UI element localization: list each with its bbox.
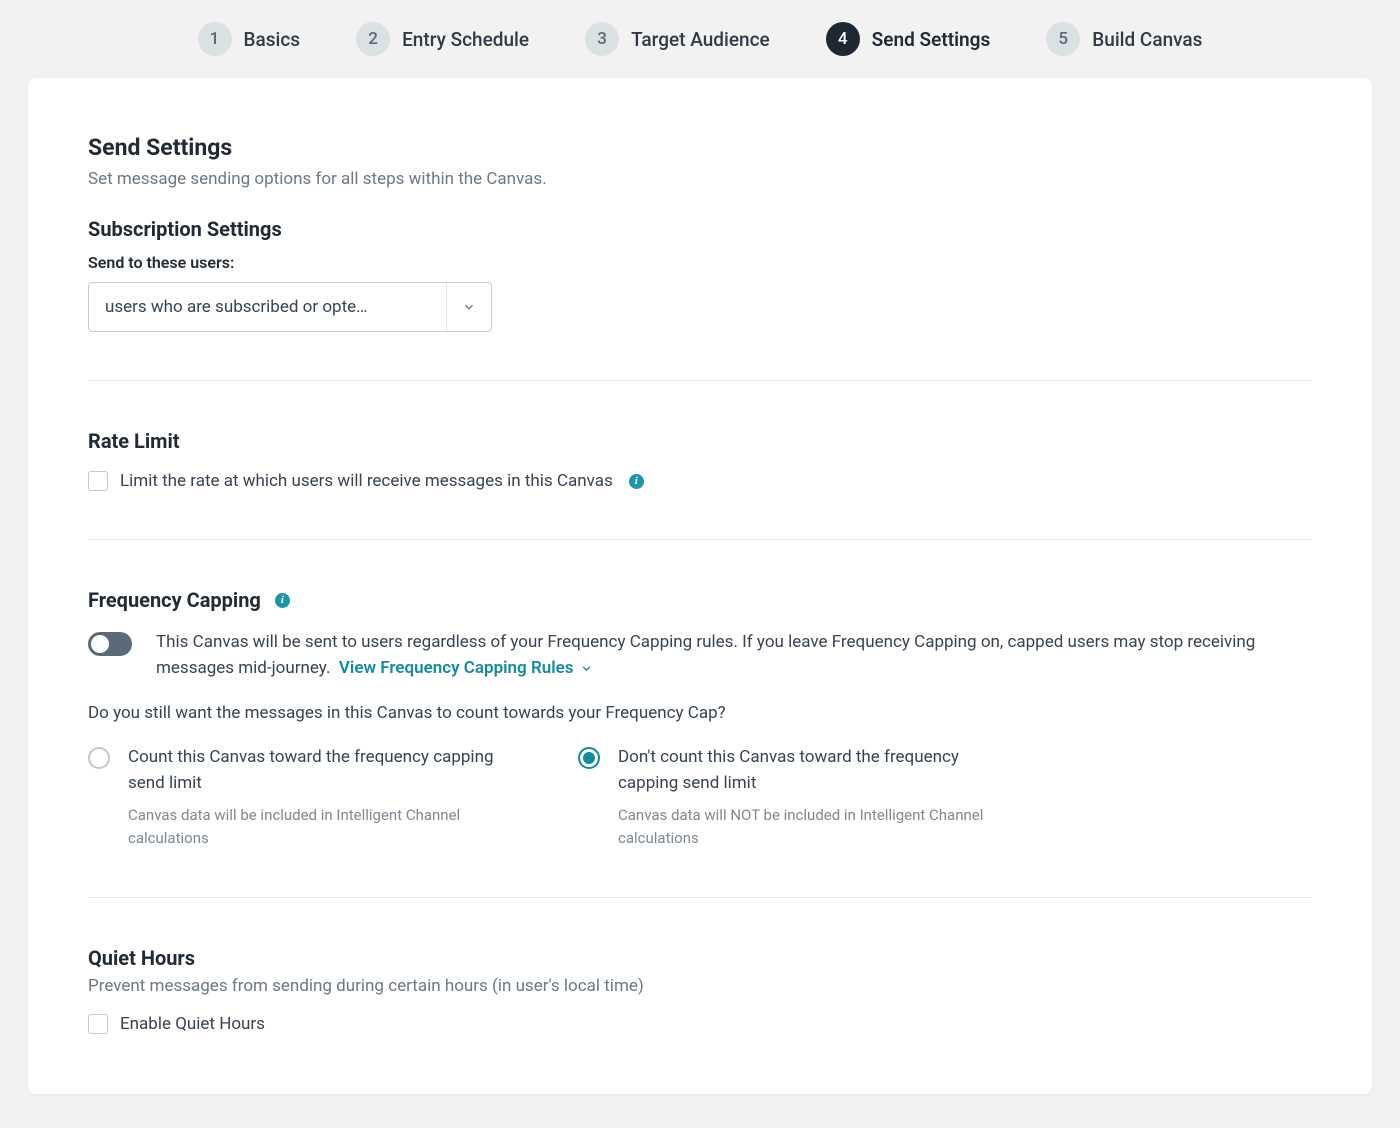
rate-limit-checkbox-label: Limit the rate at which users will recei… <box>120 471 613 491</box>
info-icon[interactable]: i <box>629 474 644 489</box>
step-label: Target Audience <box>631 28 770 51</box>
link-label: View Frequency Capping Rules <box>339 656 574 682</box>
step-label: Entry Schedule <box>402 28 529 51</box>
divider <box>88 897 1312 898</box>
view-frequency-rules-link[interactable]: View Frequency Capping Rules <box>339 656 593 682</box>
frequency-heading-row: Frequency Capping i <box>88 588 1312 612</box>
radio-text-block: Don't count this Canvas toward the frequ… <box>618 745 1008 849</box>
radio-desc: Canvas data will be included in Intellig… <box>128 804 518 849</box>
step-entry-schedule[interactable]: 2 Entry Schedule <box>356 22 529 56</box>
frequency-question: Do you still want the messages in this C… <box>88 703 1312 723</box>
frequency-toggle-text: This Canvas will be sent to users regard… <box>156 630 1312 681</box>
page-title: Send Settings <box>88 134 1312 161</box>
subscription-field-label: Send to these users: <box>88 253 1312 272</box>
step-number: 4 <box>826 22 860 56</box>
chevron-down-icon <box>580 662 593 675</box>
step-basics[interactable]: 1 Basics <box>198 22 301 56</box>
page-subtitle: Set message sending options for all step… <box>88 169 1312 189</box>
quiet-hours-checkbox[interactable] <box>88 1014 108 1034</box>
step-number: 3 <box>585 22 619 56</box>
radio-dont-count-toward-cap[interactable]: Don't count this Canvas toward the frequ… <box>578 745 1008 849</box>
radio-title: Count this Canvas toward the frequency c… <box>128 745 518 796</box>
rate-limit-heading: Rate Limit <box>88 429 1312 453</box>
subscription-select[interactable]: users who are subscribed or opte… <box>88 282 492 332</box>
stepper: 1 Basics 2 Entry Schedule 3 Target Audie… <box>0 0 1400 78</box>
subscription-selected-value: users who are subscribed or opte… <box>89 283 447 331</box>
step-send-settings[interactable]: 4 Send Settings <box>826 22 991 56</box>
step-build-canvas[interactable]: 5 Build Canvas <box>1046 22 1202 56</box>
step-target-audience[interactable]: 3 Target Audience <box>585 22 770 56</box>
radio-text-block: Count this Canvas toward the frequency c… <box>128 745 518 849</box>
chevron-down-icon <box>447 300 491 314</box>
toggle-knob <box>91 635 109 653</box>
info-icon[interactable]: i <box>275 593 290 608</box>
quiet-hours-checkbox-label: Enable Quiet Hours <box>120 1014 265 1034</box>
radio-input[interactable] <box>578 747 600 769</box>
step-number: 2 <box>356 22 390 56</box>
subscription-heading: Subscription Settings <box>88 217 1312 241</box>
step-label: Basics <box>244 28 301 51</box>
frequency-toggle-row: This Canvas will be sent to users regard… <box>88 630 1312 681</box>
radio-title: Don't count this Canvas toward the frequ… <box>618 745 1008 796</box>
radio-count-toward-cap[interactable]: Count this Canvas toward the frequency c… <box>88 745 518 849</box>
rate-limit-checkbox-row: Limit the rate at which users will recei… <box>88 471 1312 491</box>
radio-desc: Canvas data will NOT be included in Inte… <box>618 804 1008 849</box>
step-number: 5 <box>1046 22 1080 56</box>
step-number: 1 <box>198 22 232 56</box>
frequency-toggle[interactable] <box>88 632 132 656</box>
radio-input[interactable] <box>88 747 110 769</box>
main-card: Send Settings Set message sending option… <box>28 78 1372 1094</box>
frequency-description: This Canvas will be sent to users regard… <box>156 632 1255 678</box>
step-label: Send Settings <box>872 28 991 51</box>
step-label: Build Canvas <box>1092 28 1202 51</box>
rate-limit-checkbox[interactable] <box>88 471 108 491</box>
frequency-radio-group: Count this Canvas toward the frequency c… <box>88 745 1312 849</box>
quiet-hours-heading: Quiet Hours <box>88 946 1312 970</box>
divider <box>88 539 1312 540</box>
quiet-hours-subtitle: Prevent messages from sending during cer… <box>88 976 1312 996</box>
divider <box>88 380 1312 381</box>
quiet-hours-checkbox-row: Enable Quiet Hours <box>88 1014 1312 1034</box>
frequency-heading: Frequency Capping <box>88 588 261 612</box>
